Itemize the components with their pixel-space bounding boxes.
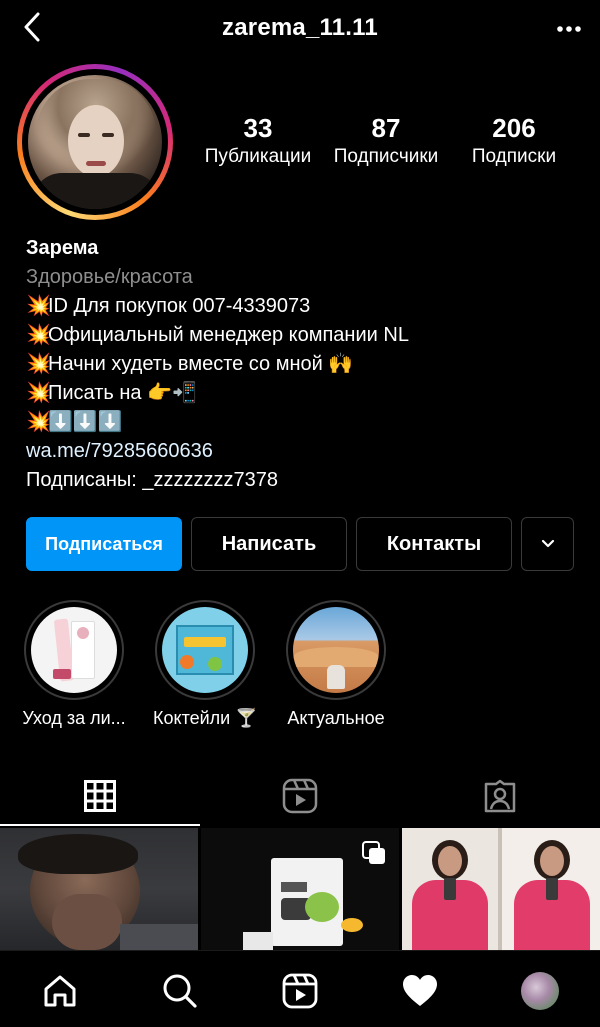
stat-followers-label: Подписчики [333, 146, 439, 167]
chevron-down-icon [541, 539, 554, 548]
stat-following-count: 206 [492, 113, 536, 143]
profile-tabs [0, 766, 600, 826]
more-horizontal-icon[interactable] [554, 14, 584, 44]
nav-reels[interactable] [280, 971, 320, 1011]
profile-name: Зарема [26, 237, 99, 259]
message-button[interactable]: Написать [191, 517, 347, 571]
highlight-skincare[interactable]: Уход за ли... [22, 600, 126, 729]
reels-icon [282, 778, 318, 814]
stat-posts-count: 33 [243, 113, 273, 143]
bio-line: 💥⬇️⬇️⬇️ [26, 408, 586, 437]
highlight-cocktails[interactable]: Коктейли 🍸 [153, 600, 258, 729]
tab-tagged[interactable] [400, 766, 600, 826]
tab-reels[interactable] [200, 766, 400, 826]
bio-link[interactable]: wa.me/79285660636 [26, 437, 586, 466]
nav-search[interactable] [160, 971, 200, 1011]
home-icon [44, 975, 76, 1007]
highlight-label: Коктейли 🍸 [153, 708, 258, 728]
profile-bio: Зарема Здоровье/красота 💥ID Для покупок … [26, 234, 586, 495]
highlight-cover [31, 607, 117, 693]
post-thumbnail[interactable] [0, 828, 198, 950]
highlight-label: Уход за ли... [22, 708, 126, 728]
stat-posts[interactable]: 33 Публикации [198, 112, 318, 170]
avatar-image [28, 75, 162, 209]
avatar [521, 972, 559, 1010]
tab-grid[interactable] [0, 766, 200, 826]
contacts-button[interactable]: Контакты [356, 517, 512, 571]
tagged-icon [484, 779, 516, 813]
stat-following[interactable]: 206 Подписки [454, 112, 574, 170]
burst-emoji: 💥 [26, 353, 51, 375]
nav-profile[interactable] [520, 971, 560, 1011]
stat-followers-count: 87 [371, 113, 401, 143]
carousel-icon [362, 841, 385, 864]
search-icon [163, 974, 197, 1008]
profile-username: zarema_11.11 [222, 14, 378, 41]
followed-by[interactable]: Подписаны: _zzzzzzzz7378 [26, 466, 586, 495]
heart-icon [403, 975, 437, 1006]
bio-line: 💥Начни худеть вместе со мной 🙌 [26, 350, 586, 379]
stat-followers[interactable]: 87 Подписчики [326, 112, 446, 170]
avatar[interactable] [17, 64, 173, 220]
follow-button[interactable]: Подписаться [26, 517, 182, 571]
nav-home[interactable] [40, 971, 80, 1011]
bio-line: 💥Официальный менеджер компании NL [26, 321, 586, 350]
profile-header: zarema_11.11 [0, 0, 600, 56]
suggested-users-button[interactable] [521, 517, 574, 571]
post-thumbnail[interactable] [402, 828, 600, 950]
highlight-cover [162, 607, 248, 693]
highlight-label: Актуальное [287, 708, 385, 728]
burst-emoji: 💥 [26, 382, 51, 404]
stat-posts-label: Публикации [204, 146, 312, 167]
highlight-current[interactable]: Актуальное [284, 600, 388, 729]
nav-activity[interactable] [400, 971, 440, 1011]
profile-category: Здоровье/красота [26, 266, 193, 288]
bottom-navigation [0, 950, 600, 1027]
highlight-cover [293, 607, 379, 693]
post-thumbnail[interactable] [201, 828, 399, 950]
stat-following-label: Подписки [471, 146, 557, 167]
burst-emoji: 💥 [26, 411, 51, 433]
burst-emoji: 💥 [26, 324, 51, 346]
grid-icon [84, 780, 116, 812]
bio-line: 💥Писать на 👉📲 [26, 379, 586, 408]
burst-emoji: 💥 [26, 295, 51, 317]
bio-line: 💥ID Для покупок 007-4339073 [26, 292, 586, 321]
reels-icon [282, 973, 318, 1009]
active-tab-indicator [0, 824, 200, 826]
